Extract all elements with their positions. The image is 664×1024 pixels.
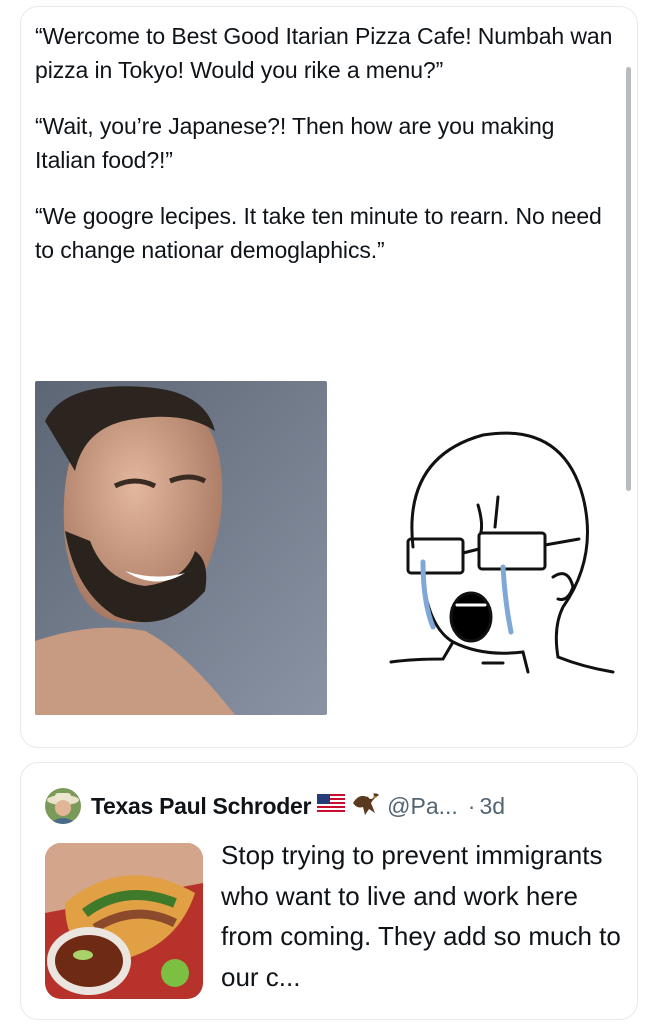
post-card[interactable]: “Wercome to Best Good Itarian Pizza Cafe… xyxy=(20,6,638,748)
avatar[interactable] xyxy=(45,788,81,824)
post-text: “Wercome to Best Good Itarian Pizza Cafe… xyxy=(35,19,615,289)
media-image-bearded-man[interactable] xyxy=(35,381,327,715)
quote-text: Stop trying to prevent immigrants who wa… xyxy=(221,840,621,992)
post-paragraph-1: “Wercome to Best Good Itarian Pizza Cafe… xyxy=(35,23,613,83)
quote-thumbnail-tacos[interactable] xyxy=(45,843,203,999)
us-flag-icon xyxy=(317,793,346,820)
post-paragraph-2: “Wait, you’re Japanese?! Then how are yo… xyxy=(35,113,555,173)
separator-dot: · xyxy=(467,792,476,819)
quoted-post-card[interactable]: Texas Paul Schroder @Pa... · 3d Stop try… xyxy=(20,762,638,1020)
media-image-crying-wojak[interactable] xyxy=(383,427,619,687)
quote-header: Texas Paul Schroder @Pa... · 3d xyxy=(45,788,619,824)
post-time[interactable]: 3d xyxy=(479,793,505,820)
scrollbar[interactable] xyxy=(626,67,631,491)
author-name[interactable]: Texas Paul Schroder xyxy=(91,793,311,820)
eagle-icon xyxy=(351,789,381,823)
post-paragraph-3: “We googre lecipes. It take ten minute t… xyxy=(35,203,602,263)
author-handle[interactable]: @Pa... xyxy=(387,793,458,820)
